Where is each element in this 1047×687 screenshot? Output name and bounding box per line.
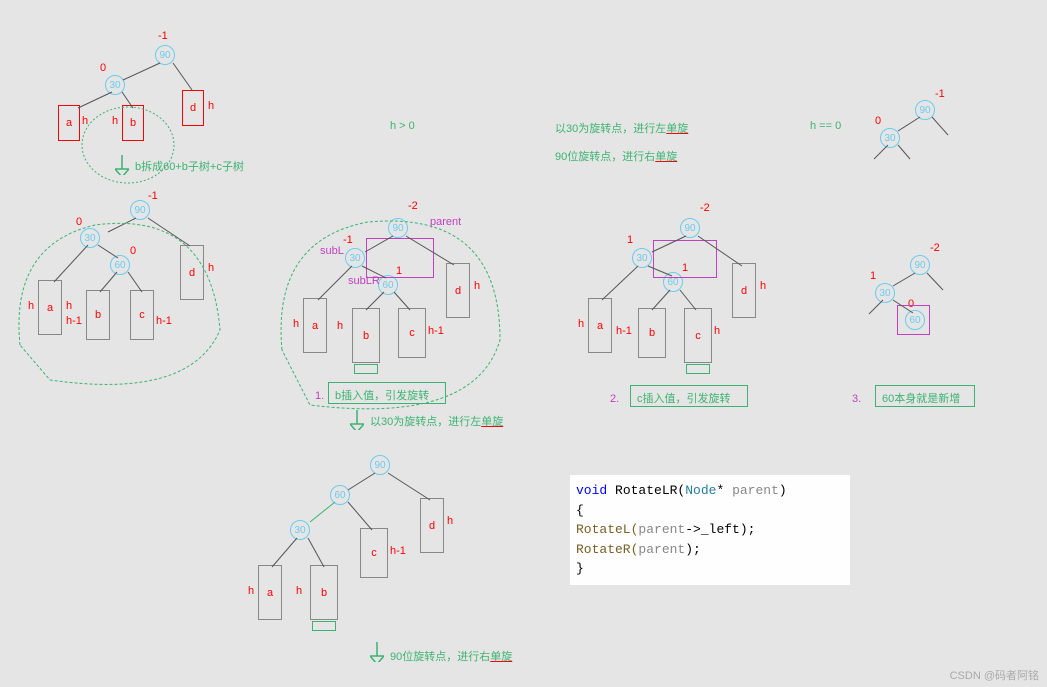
tree5-edges xyxy=(230,450,490,680)
treeh0-note-text: 60本身就是新增 xyxy=(882,390,960,406)
header-rot90r: 90位旋转点，进行右单旋 xyxy=(555,148,677,164)
tree2-edges xyxy=(10,190,270,410)
tree5-arrow-down xyxy=(370,642,384,662)
tree4-num2: 2. xyxy=(610,393,619,405)
tree5-rot-text: 90位旋转点，进行右单旋 xyxy=(390,648,512,664)
code-block: void RotateLR(Node* parent) { RotateL(pa… xyxy=(570,475,850,585)
header-hg0: h > 0 xyxy=(390,120,415,132)
treeh0-edges xyxy=(855,248,975,348)
code-pr-3b: parent xyxy=(638,522,685,537)
code-param-parent: parent xyxy=(732,483,779,498)
code-line-5: } xyxy=(576,559,844,579)
code-fn-rotl: RotateL( xyxy=(576,522,638,537)
code-txt-4c: ); xyxy=(685,542,701,557)
code-type-node: Node xyxy=(685,483,716,498)
tree3-num1: 1. xyxy=(315,390,324,402)
tree3-arrow-down xyxy=(350,410,364,430)
code-pr-4b: parent xyxy=(638,542,685,557)
tree1-arrow-down xyxy=(115,155,129,175)
code-txt-1b: RotateLR( xyxy=(607,483,685,498)
tree1-edges xyxy=(30,30,270,210)
tree3-note-text: b插入值，引发旋转 xyxy=(335,387,429,403)
code-fn-rotr: RotateR( xyxy=(576,542,638,557)
code-txt-3c: ->_left); xyxy=(685,522,755,537)
tree1-note: b拆成60+b子树+c子树 xyxy=(135,158,244,174)
watermark: CSDN @码者阿铭 xyxy=(950,667,1039,683)
tree3-rot-text: 以30为旋转点，进行左单旋 xyxy=(370,413,503,429)
code-txt-1f: ) xyxy=(779,483,787,498)
header-rot30l: 以30为旋转点，进行左单旋 xyxy=(555,120,688,136)
code-kw-void: void xyxy=(576,483,607,498)
code-line-2: { xyxy=(576,501,844,521)
tree4-edges xyxy=(570,208,800,408)
header-he0: h == 0 xyxy=(810,120,841,132)
simple-edges xyxy=(860,95,980,175)
tree4-note-text: c插入值，引发旋转 xyxy=(637,390,731,406)
code-txt-1d: * xyxy=(716,483,732,498)
treeh0-num3: 3. xyxy=(852,393,861,405)
